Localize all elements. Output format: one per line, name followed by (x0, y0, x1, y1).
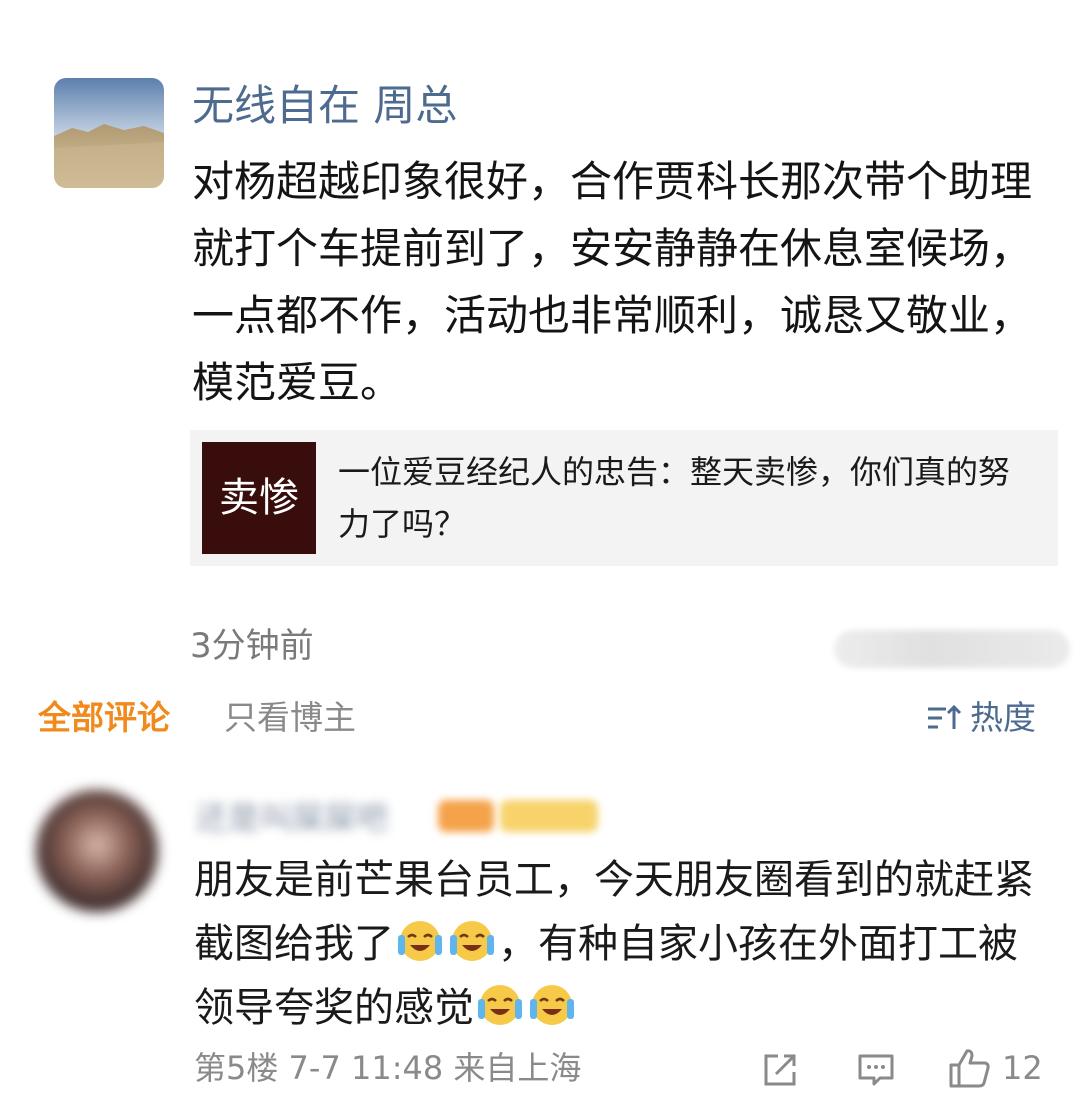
watermark (834, 630, 1070, 668)
post-author-name[interactable]: 无线自在 周总 (192, 78, 457, 134)
share-button[interactable] (760, 1050, 800, 1090)
tab-author-only[interactable]: 只看博主 (224, 694, 356, 742)
crying-laughing-emoji (398, 921, 442, 961)
thumbs-up-icon (949, 1049, 990, 1088)
sort-label: 热度 (970, 698, 1036, 737)
user-badge (500, 800, 598, 832)
tab-all-comments[interactable]: 全部评论 (38, 694, 170, 742)
crying-laughing-emoji (530, 985, 574, 1025)
link-card[interactable]: 卖惨 一位爱豆经纪人的忠告：整天卖惨，你们真的努力了吗？ (190, 430, 1058, 566)
link-card-title: 一位爱豆经纪人的忠告：整天卖惨，你们真的努力了吗？ (338, 453, 1011, 543)
sort-by-hot-button[interactable]: 热度 (926, 694, 1036, 742)
crying-laughing-emoji (450, 921, 494, 961)
post-timestamp: 3分钟前 (190, 626, 314, 666)
post-author-avatar[interactable] (54, 78, 164, 188)
user-badge (438, 800, 494, 832)
commenter-username[interactable]: 还是叫屎屎吧 (196, 796, 388, 840)
like-button[interactable]: 12 (948, 1046, 1043, 1090)
reply-button[interactable] (856, 1050, 896, 1090)
link-card-thumbnail: 卖惨 (202, 442, 316, 554)
post-body-text: 对杨超越印象很好，合作贾科长那次带个助理就打个车提前到了，安安静静在休息室候场，… (192, 157, 1033, 407)
sort-icon (928, 704, 962, 729)
commenter-avatar[interactable] (36, 790, 158, 912)
share-icon (764, 1054, 796, 1086)
comment-meta: 第5楼 7-7 11:48 来自上海 (194, 1049, 582, 1087)
comment-text: 朋友是前芒果台员工，今天朋友圈看到的就赶紧截图给我了 ，有种自家小孩在外面打工被… (194, 848, 1054, 1040)
like-count: 12 (1002, 1049, 1043, 1087)
comment-icon (858, 1054, 894, 1086)
crying-laughing-emoji (478, 985, 522, 1025)
